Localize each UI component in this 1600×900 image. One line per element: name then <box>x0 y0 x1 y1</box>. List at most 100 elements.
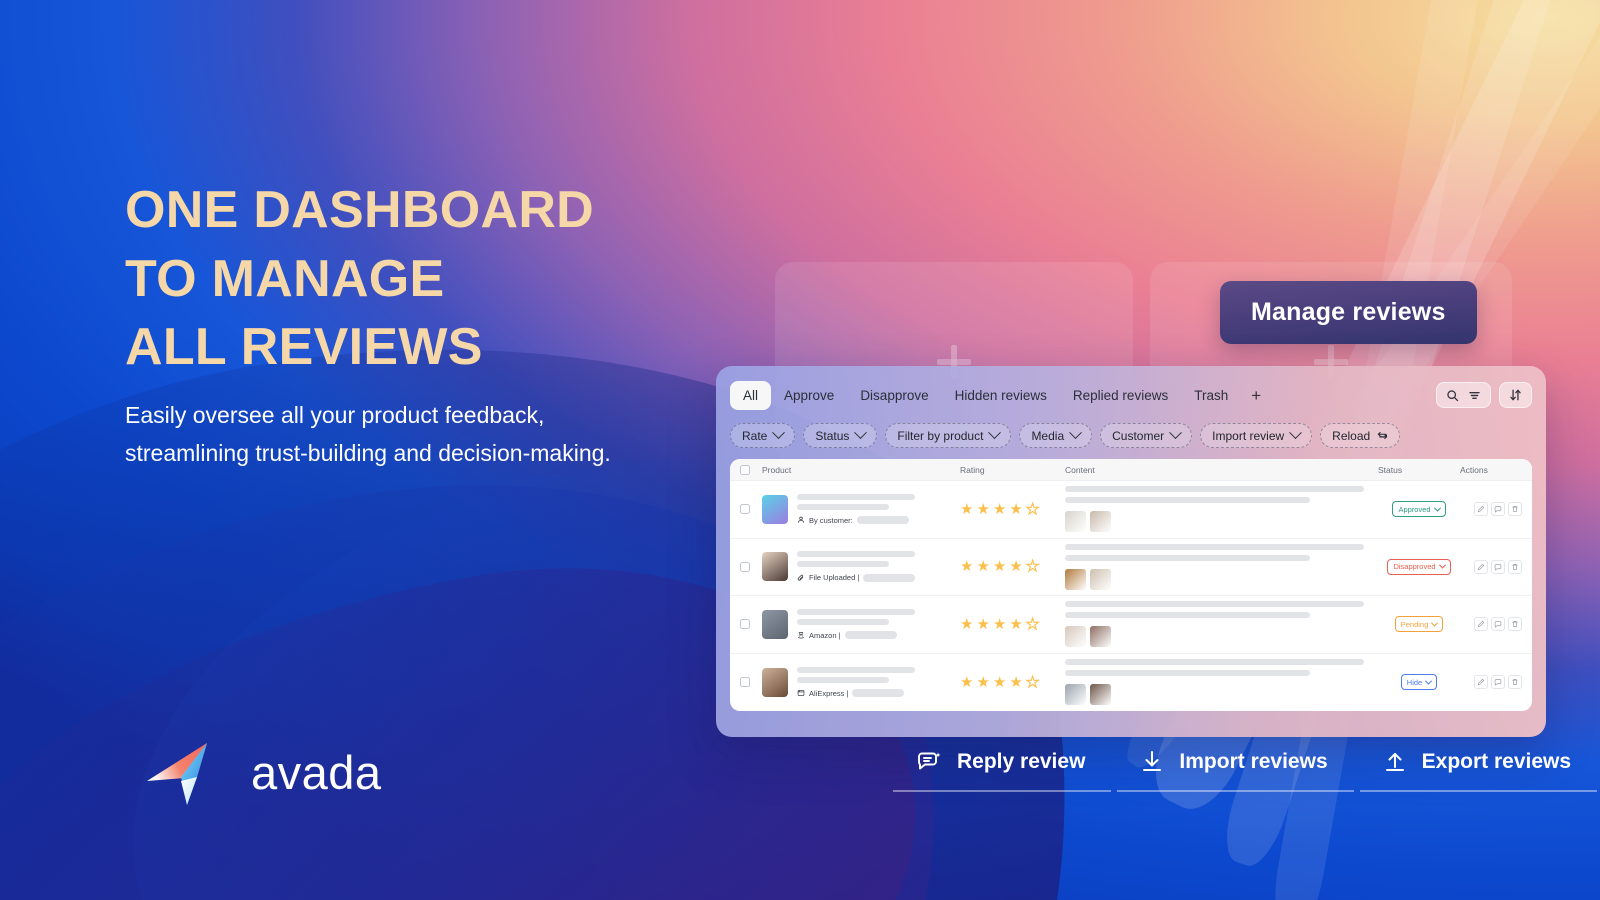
import-reviews-action[interactable]: Import reviews <box>1117 748 1354 792</box>
download-icon <box>1139 749 1165 775</box>
star-icon: ★ <box>976 673 990 691</box>
edit-review-button[interactable] <box>1474 559 1488 574</box>
reply-review-action[interactable]: Reply review <box>893 748 1112 792</box>
table-row[interactable]: Amazon | ★ ★ ★ ★ ★ Pending <box>730 596 1532 654</box>
reply-review-button[interactable] <box>1491 675 1505 690</box>
reply-review-button[interactable] <box>1491 617 1505 632</box>
delete-review-button[interactable] <box>1508 502 1522 517</box>
add-tab-button[interactable]: + <box>1241 385 1271 406</box>
filter-status[interactable]: Status <box>803 423 878 448</box>
row-select-checkbox[interactable] <box>740 619 750 630</box>
filter-rate-label: Rate <box>742 428 768 443</box>
review-media-thumbnail[interactable] <box>1065 626 1086 648</box>
promo-banner: ONE DASHBOARD TO MANAGE ALL REVIEWS Easi… <box>0 0 1600 900</box>
sort-button[interactable] <box>1499 382 1532 408</box>
manage-reviews-button[interactable]: Manage reviews <box>1220 281 1477 344</box>
search-icon[interactable] <box>1446 389 1459 402</box>
star-icon: ★ <box>976 500 990 518</box>
delete-review-button[interactable] <box>1508 675 1522 690</box>
avada-arrow-logo-icon <box>145 737 237 807</box>
star-icon: ★ <box>1009 615 1023 633</box>
reply-review-button[interactable] <box>1491 502 1505 517</box>
page-subtitle: Easily oversee all your product feedback… <box>125 402 611 466</box>
review-media-thumbnail[interactable] <box>1090 568 1111 590</box>
tab-replied-reviews[interactable]: Replied reviews <box>1060 381 1181 410</box>
edit-review-button[interactable] <box>1474 617 1488 632</box>
product-thumbnail <box>762 667 788 697</box>
brand-name: avada <box>251 745 382 799</box>
content-cell <box>1065 543 1378 590</box>
star-icon: ★ <box>976 615 990 633</box>
content-cell <box>1065 601 1378 648</box>
review-media-thumbnail[interactable] <box>1090 511 1111 533</box>
review-media-thumbnail[interactable] <box>1065 511 1086 533</box>
delete-review-button[interactable] <box>1508 559 1522 574</box>
brand-logo: avada <box>145 737 382 807</box>
tab-trash[interactable]: Trash <box>1181 381 1241 410</box>
export-reviews-action[interactable]: Export reviews <box>1359 748 1598 792</box>
rating-stars[interactable]: ★ ★ ★ ★ ★ <box>960 615 1065 633</box>
filter-customer[interactable]: Customer <box>1100 423 1193 448</box>
select-all-checkbox[interactable] <box>740 464 750 475</box>
status-badge[interactable]: Pending <box>1394 616 1444 633</box>
review-media-thumbnail[interactable] <box>1065 568 1086 590</box>
table-row[interactable]: File Uploaded | ★ ★ ★ ★ ★ Disapproved <box>730 539 1532 596</box>
review-media-thumbnail[interactable] <box>1090 626 1111 648</box>
filter-rate[interactable]: Rate <box>730 423 796 448</box>
star-icon: ★ <box>992 500 1007 518</box>
actions-cell <box>1460 559 1522 574</box>
edit-review-button[interactable] <box>1474 502 1488 517</box>
review-media-thumbnail[interactable] <box>1090 684 1111 706</box>
table-row[interactable]: AliExpress | ★ ★ ★ ★ ★ Hide <box>730 654 1532 712</box>
table-row[interactable]: By customer: ★ ★ ★ ★ ★ Approved <box>730 481 1532 539</box>
tab-approve[interactable]: Approve <box>771 381 847 410</box>
product-name-placeholder <box>797 493 915 500</box>
product-name-placeholder <box>797 551 915 558</box>
reload-button[interactable]: Reload <box>1320 423 1401 448</box>
content-line-placeholder <box>1065 612 1311 619</box>
status-badge[interactable]: Disapproved <box>1387 558 1451 575</box>
product-cell: AliExpress | <box>750 666 960 698</box>
sort-icon[interactable] <box>1509 388 1522 402</box>
filter-customer-label: Customer <box>1112 428 1165 443</box>
row-select-checkbox[interactable] <box>740 677 750 688</box>
star-icon: ★ <box>960 558 974 576</box>
delete-review-button[interactable] <box>1508 617 1522 632</box>
import-review-button[interactable]: Import review <box>1200 423 1313 448</box>
actions-cell <box>1460 502 1522 517</box>
review-source: Amazon | <box>797 631 915 640</box>
product-name-placeholder <box>797 608 915 615</box>
content-cell <box>1065 486 1378 533</box>
tab-all[interactable]: All <box>730 380 772 410</box>
amazon-icon <box>797 631 805 639</box>
status-badge[interactable]: Hide <box>1400 674 1438 691</box>
page-title: ONE DASHBOARD TO MANAGE ALL REVIEWS <box>125 181 595 377</box>
reply-review-button[interactable] <box>1491 559 1505 574</box>
rating-stars[interactable]: ★ ★ ★ ★ ★ <box>960 500 1065 518</box>
column-header-actions: Actions <box>1460 464 1488 475</box>
rating-stars[interactable]: ★ ★ ★ ★ ★ <box>960 673 1065 691</box>
content-media <box>1065 684 1364 706</box>
content-line-placeholder <box>1065 497 1311 504</box>
review-source-value-placeholder <box>856 516 909 525</box>
search-filter-group[interactable] <box>1436 382 1491 408</box>
tab-disapprove[interactable]: Disapprove <box>847 381 941 410</box>
product-cell: File Uploaded | <box>750 551 960 582</box>
review-source-label: Amazon | <box>809 630 841 640</box>
edit-review-button[interactable] <box>1474 675 1488 690</box>
content-media <box>1065 511 1364 533</box>
tab-hidden-reviews[interactable]: Hidden reviews <box>942 381 1060 410</box>
rating-stars[interactable]: ★ ★ ★ ★ ★ <box>960 558 1065 576</box>
table-body: By customer: ★ ★ ★ ★ ★ Approved File Upl… <box>730 481 1532 711</box>
product-thumbnail <box>762 494 788 524</box>
filter-media[interactable]: Media <box>1019 423 1093 448</box>
review-source-label: By customer: <box>809 515 853 525</box>
status-badge[interactable]: Approved <box>1392 501 1446 518</box>
filter-icon[interactable] <box>1468 389 1481 402</box>
filter-by-product[interactable]: Filter by product <box>885 423 1012 448</box>
column-header-content: Content <box>1065 464 1095 475</box>
row-select-checkbox[interactable] <box>740 561 750 572</box>
row-select-checkbox[interactable] <box>740 504 750 515</box>
review-media-thumbnail[interactable] <box>1065 684 1086 706</box>
review-source: By customer: <box>797 516 915 525</box>
